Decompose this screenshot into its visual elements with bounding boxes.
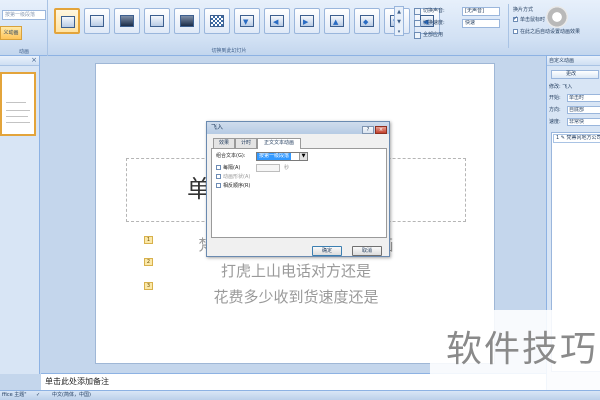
reverse-order-checkbox[interactable]: 相反顺序(R)	[216, 182, 250, 190]
watermark: 软件技巧	[446, 329, 599, 370]
group-text-value: 按第一级段落	[257, 153, 292, 160]
cancel-button[interactable]: 取消	[352, 246, 382, 256]
fly-in-dialog: 飞入 ? × 效果 计时 正文文本动画 组合文本(G): 按第一级段落 ▼ 每隔(…	[206, 121, 390, 257]
bullet-line-2: 打虎上山电话对方还是	[220, 262, 371, 280]
apply-all-icon	[414, 31, 421, 39]
split-icon: ◆	[363, 18, 369, 26]
animation-order-tag[interactable]: 2	[144, 258, 153, 266]
gallery-scroll[interactable]: ▲ ▼ ▾	[394, 6, 404, 36]
transition-options: 切换声音: [无声音] 切换速度: 快速 全部应用	[414, 4, 506, 48]
animation-group: 按第一级段落 义动画 动画	[0, 0, 48, 56]
transition-wipe-down[interactable]: ▼	[234, 8, 260, 34]
status-bar: ffice 主题" ✓ 中文(简体，中国)	[0, 390, 600, 400]
slides-panel: ×	[0, 56, 40, 374]
gallery-up-icon[interactable]: ▲	[395, 7, 403, 17]
apply-all-button[interactable]: 全部应用	[414, 30, 443, 40]
group-text-select[interactable]: 按第一级段落 ▼	[256, 152, 308, 161]
checkbox-unchecked	[513, 29, 518, 34]
tab-text-animation[interactable]: 正文文本动画	[257, 138, 301, 149]
transition-wipe-right[interactable]: ▶	[294, 8, 320, 34]
reverse-order-label: 相反顺序(R)	[223, 183, 251, 189]
transition-none[interactable]	[54, 8, 80, 34]
every-checkbox[interactable]: 每隔(A)	[216, 164, 240, 172]
checkbox-checked	[513, 15, 518, 23]
advance-title: 换片方式	[513, 7, 534, 13]
arrow-left-icon: ◀	[273, 18, 279, 26]
attached-shape-label: 动画形状(A)	[223, 174, 251, 180]
gallery-down-icon[interactable]: ▼	[395, 17, 403, 27]
transition-gallery: ▼ ◀ ▶ ▲ ◆ ▼ ◀	[52, 6, 440, 42]
speed-select[interactable]: 快速	[462, 19, 500, 28]
status-theme: ffice 主题"	[2, 392, 27, 398]
auto-after-label: 在此之后自动设置动画效果	[520, 29, 581, 35]
text-animation-panel: 组合文本(G): 按第一级段落 ▼ 每隔(A) 秒 动画形状(A) 相反顺序(R…	[211, 148, 387, 238]
animation-combo[interactable]: 按第一级段落	[2, 10, 46, 20]
transition-cut[interactable]	[144, 8, 170, 34]
transition-wipe-left[interactable]: ◀	[264, 8, 290, 34]
custom-pane-title: 自定义动画	[547, 56, 600, 66]
attached-shape-checkbox[interactable]: 动画形状(A)	[216, 173, 250, 181]
animation-list-item[interactable]: 1 ✎ 梵蒂冈地方公司	[553, 134, 600, 143]
ok-button[interactable]: 确定	[312, 246, 342, 256]
arrow-right-icon: ▶	[303, 18, 309, 26]
group-label-transition: 切换到此幻灯片	[211, 48, 247, 54]
transition-fade-smooth[interactable]	[84, 8, 110, 34]
spellcheck-icon[interactable]: ✓	[36, 391, 40, 400]
sound-select[interactable]: [无声音]	[462, 7, 500, 16]
speed-label: 切换速度:	[423, 20, 445, 26]
every-label: 每隔(A)	[223, 165, 241, 171]
transition-wipe-up[interactable]: ▲	[324, 8, 350, 34]
arrow-up-icon: ▲	[333, 18, 339, 26]
slides-panel-header: ×	[0, 56, 39, 66]
slide-thumbnail-1[interactable]	[0, 72, 36, 136]
close-icon[interactable]: ×	[31, 56, 37, 65]
speed-select-pane[interactable]: 非常快	[567, 118, 600, 126]
arrow-down-icon: ▼	[243, 18, 249, 26]
close-icon[interactable]: ×	[375, 126, 387, 134]
on-click-checkbox[interactable]: 单击鼠标时	[513, 15, 546, 24]
tab-timing[interactable]: 计时	[235, 138, 257, 148]
transition-dissolve[interactable]	[204, 8, 230, 34]
seconds-unit: 秒	[284, 165, 290, 171]
direction-label: 方向:	[549, 107, 561, 113]
group-text-label: 组合文本(G):	[216, 153, 246, 159]
dialog-title: 飞入	[211, 124, 224, 131]
modify-label: 修改: 飞入	[549, 84, 573, 90]
animation-order-tag[interactable]: 3	[144, 282, 153, 290]
every-seconds-input[interactable]	[256, 164, 280, 172]
ribbon: 按第一级段落 义动画 动画 ▼ ◀ ▶ ▲ ◆ ▼ ◀ ▲ ▼ ▾ 切换到此幻灯…	[0, 0, 600, 56]
checkbox-unchecked	[216, 165, 221, 170]
gallery-more-icon[interactable]: ▾	[395, 27, 403, 37]
custom-animation-button[interactable]: 义动画	[0, 26, 22, 40]
transition-cut-black[interactable]	[174, 8, 200, 34]
checkbox-unchecked	[216, 183, 221, 188]
status-language: 中文(简体，中国)	[52, 392, 91, 398]
start-label: 开始:	[549, 95, 561, 101]
speed-row: 切换速度:	[414, 18, 445, 28]
speed-icon	[414, 19, 421, 27]
sound-row: 切换声音:	[414, 6, 445, 16]
on-click-label: 单击鼠标时	[520, 17, 546, 23]
group-label-animation: 动画	[18, 49, 29, 55]
auto-after-checkbox[interactable]: 在此之后自动设置动画效果	[513, 28, 580, 36]
direction-select[interactable]: 自底部	[567, 106, 600, 114]
chevron-down-icon[interactable]: ▼	[299, 153, 307, 160]
dialog-titlebar[interactable]: 飞入 ? ×	[207, 122, 389, 134]
transition-split[interactable]: ◆	[354, 8, 380, 34]
bullet-line-3: 花费多少收到货速度还是	[213, 288, 379, 306]
checkbox-unchecked	[216, 174, 221, 179]
speed-label-pane: 速度:	[549, 119, 561, 125]
animation-order-tag[interactable]: 1	[144, 236, 153, 244]
notes-placeholder: 单击此处添加备注	[45, 377, 109, 386]
start-select[interactable]: 单击时	[567, 94, 600, 102]
tab-effect[interactable]: 效果	[213, 138, 235, 148]
sound-icon	[414, 7, 421, 15]
mouse-highlight-icon	[546, 6, 568, 28]
sound-label: 切换声音:	[423, 8, 445, 14]
transition-fade-black[interactable]	[114, 8, 140, 34]
change-effect-button[interactable]: 更改	[551, 70, 599, 79]
apply-all-label: 全部应用	[423, 32, 444, 38]
help-icon[interactable]: ?	[362, 126, 374, 134]
